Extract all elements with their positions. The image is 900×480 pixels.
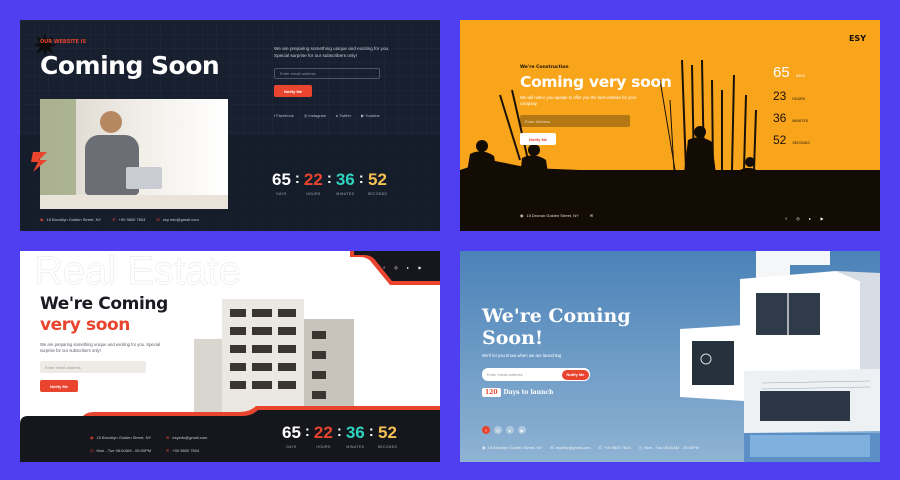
watermark-text: Real Estate (34, 251, 241, 293)
clock-icon: ◷ (90, 448, 94, 453)
location-icon: ◉ (90, 435, 94, 440)
phone-icon: ✆ (598, 445, 602, 450)
person-head (100, 111, 122, 133)
kicker-text: We're Construction (520, 65, 569, 70)
template-card-dark[interactable]: OUR WEBSITE IS Coming Soon We are prepar… (20, 20, 440, 231)
countdown-vertical: 65 DAYS 23 HOURS 36 MINUTES 52 SECONDS (773, 64, 810, 147)
countdown-days: 65 DAYS (282, 423, 301, 449)
countdown: 65 DAYS : 22 HOURS : 36 MINUTES : 52 SECONDS (282, 423, 398, 449)
modern-house-image (680, 251, 880, 462)
countdown-days: 65 DAYS (272, 170, 291, 196)
facebook-icon[interactable]: f (482, 426, 490, 434)
notify-button[interactable]: Notify Me (274, 85, 312, 97)
instagram-icon[interactable]: ◎ (794, 214, 802, 222)
hero-photo (40, 99, 228, 209)
countdown-days: 65 DAYS (773, 64, 805, 81)
email-input[interactable]: Enter email address (274, 68, 380, 79)
mail-icon: ✉ (589, 213, 594, 218)
title-line-1: We're Coming (482, 305, 631, 327)
top-tab-shape (350, 251, 440, 285)
countdown-seconds: 52 SECONDS (773, 133, 810, 147)
youtube-icon[interactable]: ▶ (518, 426, 526, 434)
countdown-seconds: 52 SECONDS (377, 423, 398, 449)
youtube-icon[interactable]: ▶ (416, 263, 424, 271)
template-card-construction[interactable]: ESY We're Construction Coming very soon … (460, 20, 880, 231)
social-icons: f ◎ ▸ ▶ (782, 214, 826, 222)
title-line-2: Soon! (482, 327, 544, 349)
notify-button[interactable]: Notify Me (40, 380, 78, 392)
countdown-minutes: 36 MINUTES (345, 423, 365, 449)
countdown-minutes: 36 MINUTES (773, 111, 809, 125)
description: We are preparing something unique and ex… (40, 342, 161, 354)
twitter-icon[interactable]: ▸ (806, 214, 814, 222)
youtube-icon[interactable]: ▶ (818, 214, 826, 222)
desk-shape (40, 195, 228, 209)
countdown-minutes: 36 MINUTES (335, 170, 355, 196)
building-windows (230, 309, 326, 399)
countdown: 65 DAYS : 22 HOURS : 36 MINUTES : 52 SECONDS (272, 170, 388, 196)
twitter-icon[interactable]: ▸ (506, 426, 514, 434)
social-links: f Facebook ◎ Instagram ▸ Twitter ▶ Youtu… (274, 113, 380, 118)
building-image (194, 299, 364, 417)
page-title: Coming Soon (40, 51, 220, 80)
footer-phone: ✆ +00 9800 7604 (166, 448, 200, 453)
footer-address: ◉ 15 Brooklyn Golden Street, NY (90, 435, 152, 440)
phone-icon: ✆ (112, 217, 116, 222)
countdown-hours: 23 HOURS (773, 89, 805, 103)
twitter-icon[interactable]: ▸ (404, 263, 412, 271)
mail-icon: ✉ (156, 217, 160, 222)
phone-icon: ✆ (166, 448, 170, 453)
social-icons: f ◎ ▸ ▶ (380, 263, 424, 271)
email-input[interactable]: Enter email address (40, 361, 146, 373)
facebook-icon[interactable]: f (380, 263, 388, 271)
brand-logo[interactable]: ESY (849, 34, 866, 43)
days-number: 120 (482, 388, 501, 397)
location-icon: ◉ (520, 213, 524, 218)
days-to-launch: 120 Days to launch (482, 388, 553, 397)
footer-address: ◉ 15 Dronun Golden Street, NY ✉ (520, 213, 594, 218)
instagram-icon[interactable]: ◎ (392, 263, 400, 271)
laptop-shape (126, 167, 162, 189)
notify-button[interactable]: Notify Me (562, 369, 589, 380)
mail-icon: ✉ (166, 435, 170, 440)
social-instagram[interactable]: ◎ Instagram (304, 113, 326, 118)
notify-button[interactable]: Notify Me (520, 133, 556, 145)
description: We are preparing something unique and ex… (274, 46, 390, 58)
social-twitter[interactable]: ▸ Twitter (336, 113, 351, 118)
location-icon: ◉ (40, 217, 44, 222)
email-input[interactable]: Enter Address (520, 115, 630, 127)
template-card-modern-house[interactable]: We're Coming Soon! We'll let you know wh… (460, 251, 880, 462)
instagram-icon[interactable]: ◎ (494, 426, 502, 434)
facebook-icon[interactable]: f (782, 214, 790, 222)
title-line-2: very soon (40, 315, 130, 335)
eyebrow-badge: OUR WEBSITE IS (40, 39, 87, 45)
social-facebook[interactable]: f Facebook (274, 113, 294, 118)
footer-contacts: ◉ 15 Brooklyn Golden Street, NY ✉ esyinfo@… (482, 445, 699, 450)
days-text: Days to launch (503, 389, 554, 396)
countdown-hours: 22 HOURS (303, 170, 323, 196)
mail-icon: ✉ (550, 445, 554, 450)
countdown-seconds: 52 SECONDS (367, 170, 388, 196)
logo-bolt-icon (31, 152, 47, 172)
description: We will notice you update to offer you t… (520, 95, 637, 107)
template-card-real-estate[interactable]: Real Estate f ◎ ▸ ▶ We're Coming very so… (20, 251, 440, 462)
countdown-hours: 22 HOURS (313, 423, 333, 449)
page-title: Coming very soon (520, 73, 672, 91)
description: We'll let you know when we are launching (482, 353, 562, 358)
location-icon: ◉ (482, 445, 486, 450)
title-line-1: We're Coming (40, 294, 168, 314)
footer-hours: ◷ Mon - Tue 08:00AM - 05:00PM (90, 448, 152, 453)
social-youtube[interactable]: ▶ Youtube (361, 113, 380, 118)
footer-email: ✉ esyinfo@gmail.com (166, 435, 208, 440)
footer-contacts: ◉ 15 Brooklyn Golden Street, NY ✆ +00 9800… (40, 217, 199, 222)
social-icons: f ◎ ▸ ▶ (482, 426, 526, 434)
clock-icon: ◷ (638, 445, 643, 450)
